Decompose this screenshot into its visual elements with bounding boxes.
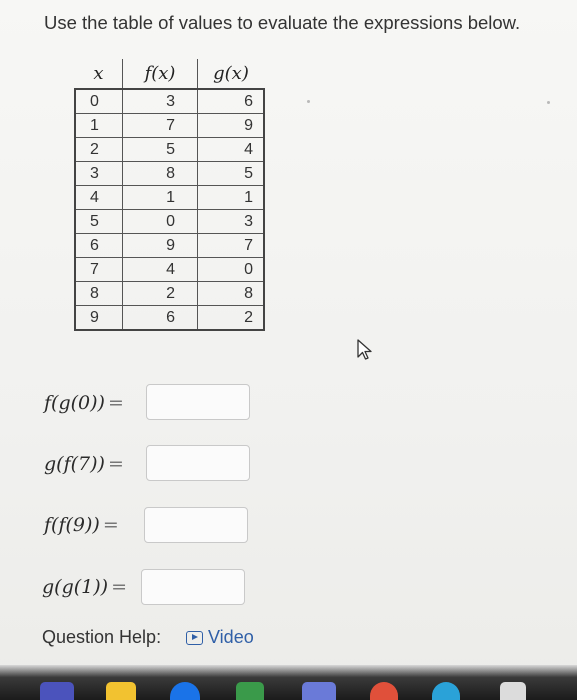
cell-x: 5	[74, 209, 123, 234]
table-row: 4 1 1	[74, 185, 265, 210]
cell-g: 4	[197, 137, 265, 162]
table-row: 3 8 5	[74, 161, 265, 186]
cell-f: 8	[122, 161, 198, 186]
equals-sign: =	[111, 576, 127, 598]
cell-x: 2	[74, 137, 123, 162]
cell-f: 2	[122, 281, 198, 306]
table-row: 8 2 8	[74, 281, 265, 306]
equals-sign: =	[107, 453, 124, 475]
video-play-icon	[186, 630, 203, 645]
cell-f: 4	[122, 257, 198, 282]
teams-app-icon[interactable]	[40, 682, 74, 700]
misc-app-icon[interactable]	[500, 682, 526, 700]
values-table: x f(x) g(x) 0 3 6 1 7 9 2 5 4 3 8 5 4 1 …	[74, 59, 265, 331]
cell-x: 8	[74, 281, 123, 306]
cell-x: 6	[74, 233, 123, 258]
table-row: 9 6 2	[74, 305, 265, 331]
expression-text: f(f(9))	[44, 514, 100, 536]
cell-g: 9	[197, 113, 265, 138]
cell-x: 4	[74, 185, 123, 210]
table-row: 2 5 4	[74, 137, 265, 162]
table-row: 5 0 3	[74, 209, 265, 234]
notes-app-icon[interactable]	[106, 682, 136, 700]
cell-x: 7	[74, 257, 123, 282]
cell-g: 6	[197, 88, 265, 114]
answer-input-1[interactable]	[146, 384, 250, 420]
expression-label: f(f(9)) =	[44, 514, 119, 536]
calendar-app-icon[interactable]	[302, 682, 336, 700]
equals-sign: =	[107, 392, 124, 414]
expression-text: g(f(7))	[44, 453, 105, 475]
expression-text: f(g(0))	[44, 392, 105, 414]
table-row: 0 3 6	[74, 88, 265, 114]
cell-g: 0	[197, 257, 265, 282]
cell-f: 3	[122, 88, 198, 114]
table-row: 6 9 7	[74, 233, 265, 258]
video-link-label: Video	[208, 627, 254, 647]
answer-input-2[interactable]	[146, 445, 250, 481]
header-g: g(x)	[197, 59, 264, 90]
cell-f: 7	[122, 113, 198, 138]
cell-f: 6	[122, 305, 198, 331]
cell-g: 8	[197, 281, 265, 306]
cell-g: 5	[197, 161, 265, 186]
cell-x: 0	[74, 88, 123, 114]
answer-input-4[interactable]	[141, 569, 245, 605]
decorative-dot	[547, 101, 550, 104]
video-link[interactable]: Video	[186, 627, 254, 648]
question-page: Use the table of values to evaluate the …	[0, 0, 577, 700]
answer-input-3[interactable]	[144, 507, 248, 543]
header-x: x	[75, 59, 123, 90]
finder-app-icon[interactable]	[236, 682, 264, 700]
expression-label: g(f(7)) =	[44, 453, 124, 475]
table-row: 1 7 9	[74, 113, 265, 138]
cell-f: 5	[122, 137, 198, 162]
cell-f: 0	[122, 209, 198, 234]
cell-g: 7	[197, 233, 265, 258]
table-header-row: x f(x) g(x)	[75, 59, 264, 90]
equals-sign: =	[102, 514, 119, 536]
cell-x: 1	[74, 113, 123, 138]
dock-bar	[0, 665, 577, 700]
cell-x: 3	[74, 161, 123, 186]
cell-g: 3	[197, 209, 265, 234]
expression-label: f(g(0)) =	[44, 392, 124, 414]
cell-f: 1	[122, 185, 198, 210]
expression-text: g(g(1))	[42, 576, 109, 598]
question-help-label: Question Help:	[42, 627, 162, 647]
table-row: 7 4 0	[74, 257, 265, 282]
instruction-text: Use the table of values to evaluate the …	[44, 12, 521, 33]
cell-g: 2	[197, 305, 265, 331]
header-f: f(x)	[122, 59, 198, 90]
cell-g: 1	[197, 185, 265, 210]
cell-x: 9	[74, 305, 123, 331]
expression-label: g(g(1)) =	[42, 576, 127, 598]
decorative-dot	[307, 100, 310, 103]
mouse-pointer-icon	[357, 339, 372, 360]
cell-f: 9	[122, 233, 198, 258]
